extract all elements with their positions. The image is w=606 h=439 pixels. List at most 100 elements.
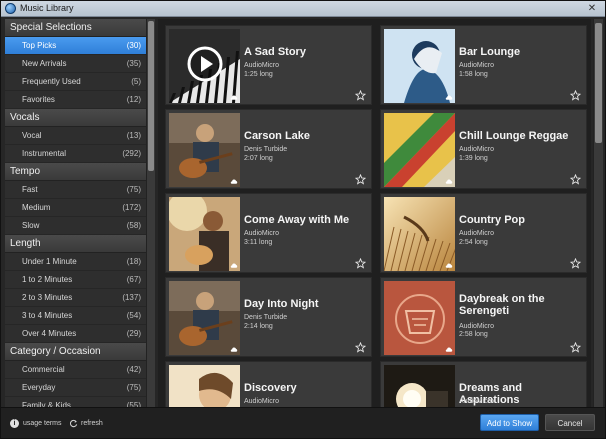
album-art[interactable] [169,365,240,407]
favorite-star-icon[interactable] [354,340,367,353]
category-count: (67) [126,275,141,284]
album-art[interactable] [384,197,455,271]
track-title: Country Pop [459,214,525,226]
track-artist: AudioMicro [459,62,495,69]
track-card[interactable]: Carson Lake Denis Turbide 2:07 long [165,109,372,189]
sidebar-category-item[interactable]: Favorites (12) [5,91,146,109]
cloud-icon [230,347,238,353]
track-title: Daybreak on the Serengeti [459,293,545,317]
favorite-star-icon[interactable] [569,256,582,269]
play-icon[interactable] [187,46,223,82]
track-length: 1:25 long [244,71,273,78]
category-sidebar: Special Selections Top Picks (30) New Arriv… [5,19,146,407]
track-card[interactable]: Bar Lounge AudioMicro 1:58 long [380,25,587,105]
category-group-header: Length [5,235,146,253]
category-label: New Arrivals [22,59,67,68]
sidebar-category-item[interactable]: Vocal (13) [5,127,146,145]
track-length: 3:11 long [244,239,273,246]
sidebar-category-item[interactable]: 1 to 2 Minutes (67) [5,271,146,289]
album-art[interactable] [169,197,240,271]
category-count: (58) [126,221,141,230]
category-label: 2 to 3 Minutes [22,293,73,302]
category-label: Under 1 Minute [22,257,77,266]
album-art[interactable] [169,281,240,355]
category-label: Slow [22,221,40,230]
track-card[interactable]: Chill Lounge Reggae AudioMicro 1:39 long [380,109,587,189]
track-grid-scrollbar[interactable] [593,19,603,407]
track-length: 2:07 long [244,155,273,162]
track-card[interactable]: A Sad Story AudioMicro 1:25 long [165,25,372,105]
track-grid-scroll-thumb[interactable] [595,23,602,143]
usage-terms-link[interactable]: i usage terms [10,417,62,429]
album-art[interactable] [384,281,455,355]
sidebar-category-item[interactable]: Under 1 Minute (18) [5,253,146,271]
favorite-star-icon[interactable] [354,88,367,101]
track-card[interactable]: Dreams and Aspirations AudioMicro [380,361,587,407]
category-count: (54) [126,311,141,320]
sidebar-category-item[interactable]: Everyday (75) [5,379,146,397]
track-length: 1:39 long [459,155,488,162]
sidebar-category-item[interactable]: Fast (75) [5,181,146,199]
track-card[interactable]: Country Pop AudioMicro 2:54 long [380,193,587,273]
category-group-header: Vocals [5,109,146,127]
category-group-header: Tempo [5,163,146,181]
category-count: (12) [126,95,141,104]
category-group-header: Special Selections [5,19,146,37]
category-count: (137) [122,293,141,302]
cloud-icon [445,95,453,101]
favorite-star-icon[interactable] [354,172,367,185]
close-button[interactable]: ✕ [585,3,599,14]
favorite-star-icon[interactable] [569,172,582,185]
track-card[interactable]: Day Into Night Denis Turbide 2:14 long [165,277,372,357]
favorite-star-icon[interactable] [569,88,582,101]
sidebar-category-item[interactable]: Slow (58) [5,217,146,235]
cloud-icon [230,95,238,101]
track-artist: AudioMicro [244,398,280,405]
track-card[interactable]: Discovery AudioMicro [165,361,372,407]
sidebar-category-item[interactable]: Frequently Used (5) [5,73,146,91]
cloud-icon [230,179,238,185]
sidebar-category-item[interactable]: Over 4 Minutes (29) [5,325,146,343]
track-title: Carson Lake [244,130,311,142]
category-label: Frequently Used [22,77,81,86]
category-label: Fast [22,185,38,194]
album-art[interactable] [169,113,240,187]
track-artist: AudioMicro [244,230,280,237]
favorite-star-icon[interactable] [354,256,367,269]
sidebar-category-item[interactable]: Family & Kids (55) [5,397,146,407]
track-length: 2:58 long [459,331,488,338]
album-art[interactable] [384,29,455,103]
sidebar-category-item[interactable]: New Arrivals (35) [5,55,146,73]
category-label: Everyday [22,383,56,392]
album-art[interactable] [169,29,240,103]
sidebar-category-item[interactable]: Commercial (42) [5,361,146,379]
album-art[interactable] [384,365,455,407]
track-length: 2:14 long [244,323,273,330]
sidebar-category-item[interactable]: 2 to 3 Minutes (137) [5,289,146,307]
category-label: Medium [22,203,51,212]
album-art[interactable] [384,113,455,187]
sidebar-scrollbar[interactable] [146,19,155,407]
sidebar-category-item[interactable]: Medium (172) [5,199,146,217]
favorite-star-icon[interactable] [569,340,582,353]
refresh-link[interactable]: refresh [69,417,103,429]
cloud-icon [230,263,238,269]
track-card[interactable]: Come Away with Me AudioMicro 3:11 long [165,193,372,273]
category-count: (42) [126,365,141,374]
footer-bar: i usage terms refresh Add to Show Cancel [1,407,605,438]
track-artist: AudioMicro [459,146,495,153]
add-to-show-button[interactable]: Add to Show [480,414,539,431]
cancel-button[interactable]: Cancel [545,414,595,431]
track-title: Day Into Night [244,298,319,310]
sidebar-category-item[interactable]: Top Picks (30) [5,37,146,55]
track-length: 2:54 long [459,239,488,246]
app-logo-icon [5,3,16,14]
category-count: (18) [126,257,141,266]
sidebar-category-item[interactable]: Instrumental (292) [5,145,146,163]
category-count: (29) [126,329,141,338]
sidebar-category-item[interactable]: 3 to 4 Minutes (54) [5,307,146,325]
track-artist: AudioMicro [459,398,495,405]
refresh-label: refresh [81,419,103,427]
sidebar-scroll-thumb[interactable] [148,21,154,171]
track-card[interactable]: Daybreak on the Serengeti AudioMicro 2:58 … [380,277,587,357]
